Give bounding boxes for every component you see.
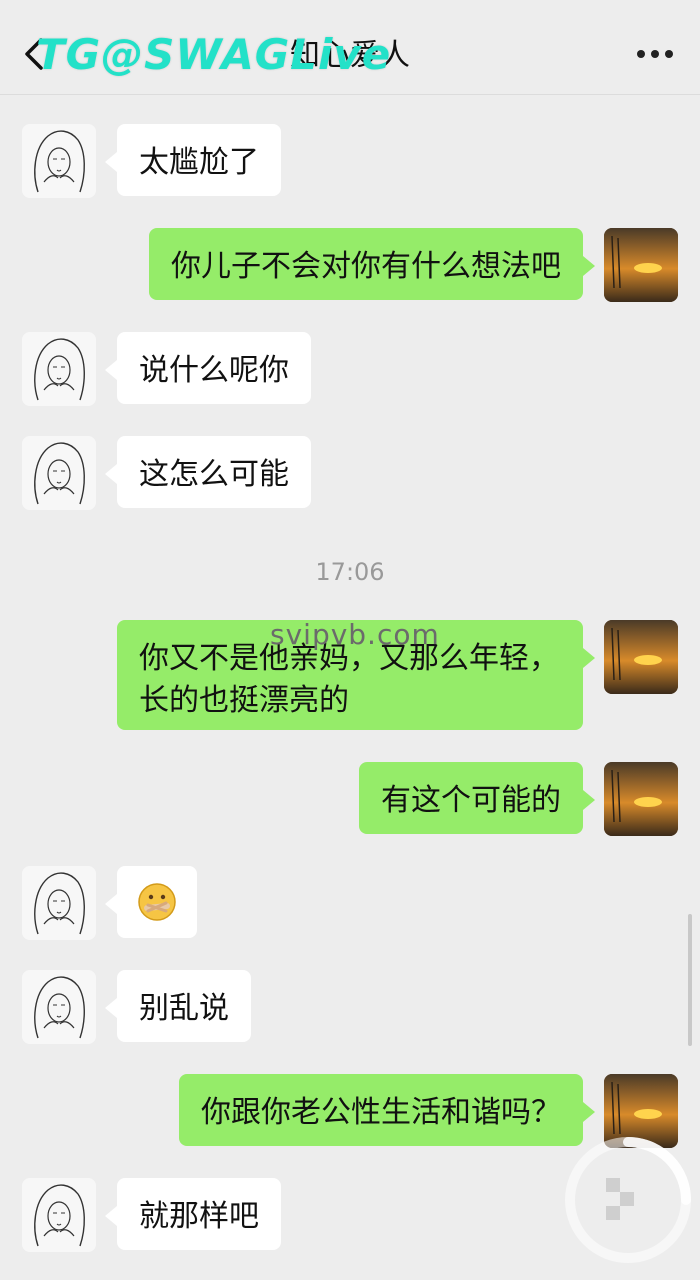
- message-bubble[interactable]: 这怎么可能: [105, 436, 311, 508]
- message-bubble[interactable]: 有这个可能的: [359, 762, 595, 834]
- message-text: 这怎么可能: [139, 457, 289, 492]
- message-bubble[interactable]: 就那样吧: [105, 1178, 281, 1250]
- message-text: 太尴尬了: [139, 145, 259, 180]
- contact-avatar[interactable]: [22, 332, 96, 406]
- message-text: 有这个可能的: [381, 783, 561, 818]
- loading-spinner-icon: [565, 1137, 691, 1263]
- sketch-woman-avatar-icon: [22, 124, 96, 198]
- message-text: 说什么呢你: [139, 353, 289, 388]
- message-bubble[interactable]: 你跟你老公性生活和谐吗？: [179, 1074, 595, 1146]
- loading-spinner: [556, 1128, 700, 1272]
- message-bubble[interactable]: 别乱说: [105, 970, 251, 1042]
- user-avatar[interactable]: [604, 228, 678, 302]
- sunset-avatar-icon: [604, 620, 678, 694]
- contact-avatar[interactable]: [22, 866, 96, 940]
- message-text: 别乱说: [139, 991, 229, 1026]
- watermark-text: TG@SWAGLive: [36, 30, 392, 79]
- sunset-avatar-icon: [604, 228, 678, 302]
- sunset-avatar-icon: [604, 762, 678, 836]
- zipper-mouth-emoji-icon: [138, 883, 176, 921]
- message-bubble[interactable]: 你儿子不会对你有什么想法吧: [149, 228, 595, 300]
- message-text: 你儿子不会对你有什么想法吧: [171, 249, 561, 284]
- message-bubble[interactable]: 说什么呢你: [105, 332, 311, 404]
- sketch-woman-avatar-icon: [22, 970, 96, 1044]
- sketch-woman-avatar-icon: [22, 436, 96, 510]
- user-avatar[interactable]: [604, 762, 678, 836]
- user-avatar[interactable]: [604, 620, 678, 694]
- watermark-text: svipvb.com: [270, 618, 440, 651]
- message-bubble[interactable]: 太尴尬了: [105, 124, 281, 196]
- contact-avatar[interactable]: [22, 970, 96, 1044]
- contact-avatar[interactable]: [22, 1178, 96, 1252]
- sketch-woman-avatar-icon: [22, 332, 96, 406]
- contact-avatar[interactable]: [22, 436, 96, 510]
- sketch-woman-avatar-icon: [22, 1178, 96, 1252]
- contact-avatar[interactable]: [22, 124, 96, 198]
- scrollbar[interactable]: [688, 914, 692, 1046]
- more-button[interactable]: [626, 34, 684, 74]
- message-text: 就那样吧: [139, 1199, 259, 1234]
- sketch-woman-avatar-icon: [22, 866, 96, 940]
- message-bubble[interactable]: 🤐: [105, 866, 197, 938]
- more-dots-icon: [637, 50, 673, 58]
- message-text: 你跟你老公性生活和谐吗？: [201, 1095, 561, 1130]
- message-text: 你又不是他亲妈，又那么年轻，长的也挺漂亮的: [139, 641, 559, 718]
- message-timestamp: 17:06: [315, 558, 385, 586]
